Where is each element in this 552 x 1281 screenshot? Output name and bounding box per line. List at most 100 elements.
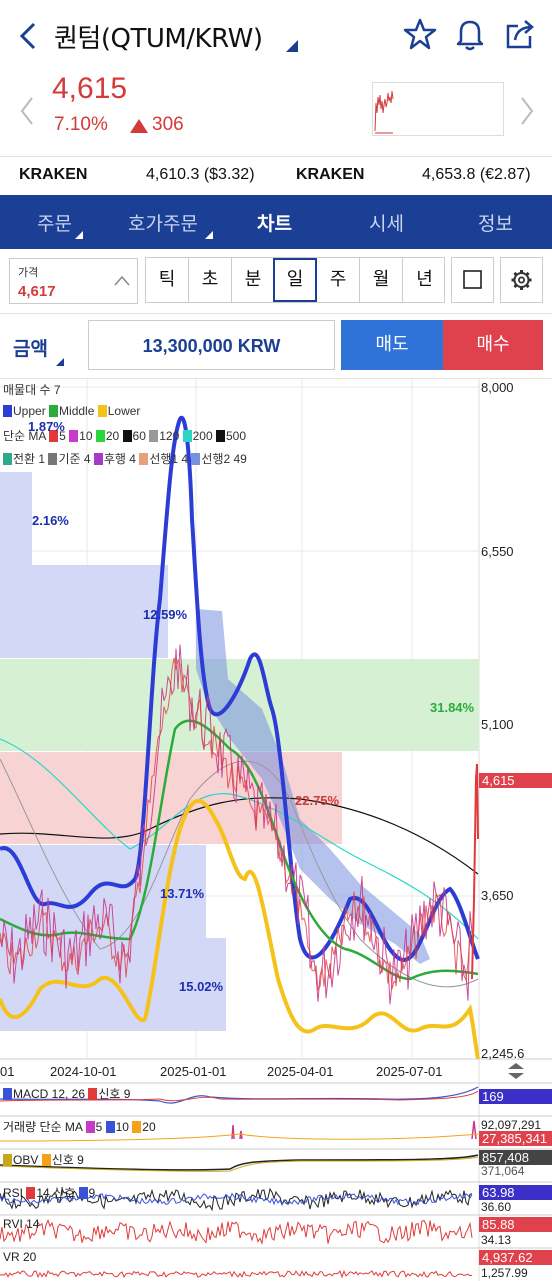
exchange-price: 4,653.8 (€2.87) (422, 166, 531, 183)
up-triangle-icon (130, 119, 148, 133)
sell-button[interactable]: 매도 (341, 320, 443, 370)
change-percent: 7.10% (54, 114, 108, 135)
vr-lower-value: 1,257.99 (481, 1266, 528, 1280)
volume-top-value: 92,097,291 (481, 1118, 542, 1132)
rsi-signal-period: 9 (88, 1186, 96, 1200)
tab-order[interactable]: 주문 (37, 209, 72, 236)
caret-icon (56, 358, 64, 366)
tab-market[interactable]: 시세 (369, 209, 404, 236)
scroll-down-icon (508, 1073, 524, 1079)
y-axis-label: 6,550 (481, 544, 514, 559)
period-day[interactable]: 일 (273, 258, 317, 302)
period-week[interactable]: 주 (317, 258, 360, 302)
price-selector[interactable]: 가격 4,617 (9, 258, 138, 304)
macd-signal-label: 신호 9 (98, 1087, 131, 1101)
period-selector: 틱 초 분 일 주 월 년 (145, 257, 445, 303)
x-axis-label: 2025-04-01 (267, 1064, 334, 1079)
period-tick[interactable]: 틱 (146, 258, 189, 302)
settings-button[interactable] (500, 257, 543, 303)
vp-bar (0, 472, 32, 565)
legend-lower: Lower (107, 404, 141, 418)
title-caret-icon[interactable] (286, 40, 298, 52)
legend-base: 기준 4 (58, 452, 91, 466)
legend-leading1: 선행1 4 (149, 452, 189, 466)
volume-legend: 거래량 단순 MA 5 10 20 (3, 1118, 156, 1135)
price-chart[interactable]: 매물대 수 7 Upper Middle Lower 단순 MA 5 10 20… (0, 378, 552, 1281)
period-second[interactable]: 초 (189, 258, 232, 302)
volume-ma-10: 10 (115, 1120, 129, 1134)
change-amount: 306 (152, 114, 184, 135)
main-tabs: 주문 호가주문 차트 시세 정보 (0, 195, 552, 249)
legend-ma-10: 10 (79, 429, 93, 443)
volume-ma-5: 5 (95, 1120, 103, 1134)
rsi-signal-label: 신호 (53, 1186, 76, 1200)
vp-label: 1.87% (28, 419, 65, 434)
x-axis-label: 2025-07-01 (376, 1064, 443, 1079)
vr-value-tag: 4,937.62 (479, 1250, 552, 1265)
gear-icon (511, 270, 532, 290)
rvi-value-tag: 85.88 (479, 1217, 552, 1232)
price-selector-value: 4,617 (18, 283, 56, 300)
period-minute[interactable]: 분 (232, 258, 275, 302)
rsi-period: 14 (36, 1186, 50, 1200)
tab-chart[interactable]: 차트 (257, 209, 292, 236)
fullscreen-button[interactable] (451, 257, 494, 303)
chevron-up-icon (112, 271, 132, 291)
x-axis-label: 2024-10-01 (50, 1064, 117, 1079)
back-icon[interactable] (14, 18, 44, 54)
header: 퀀텀(QTUM/KRW) (0, 0, 552, 72)
rvi-label: RVI 14 (3, 1217, 40, 1231)
legend-middle: Middle (59, 404, 95, 418)
volume-label: 거래량 단순 MA (3, 1120, 83, 1134)
period-month[interactable]: 월 (360, 258, 403, 302)
volume-ma-20: 20 (142, 1120, 156, 1134)
tab-info[interactable]: 정보 (478, 209, 513, 236)
tab-limit-order[interactable]: 호가주문 (128, 209, 198, 236)
rsi-value-tag: 63.98 (479, 1185, 552, 1200)
period-year[interactable]: 년 (403, 258, 446, 302)
page-title[interactable]: 퀀텀(QTUM/KRW) (54, 18, 263, 55)
prev-arrow-icon[interactable] (18, 94, 38, 128)
legend-ichimoku: 전환 1 기준 4 후행 4 선행1 4 선행2 49 (3, 450, 247, 467)
obv-label: OBV (13, 1153, 39, 1167)
current-price: 4,615 (52, 72, 128, 105)
legend-ma-120: 120 (159, 429, 180, 443)
tab-caret-icon (75, 231, 83, 239)
mini-chart[interactable] (372, 82, 504, 136)
current-price-tag: 4,615 (479, 773, 552, 788)
chart-canvas[interactable] (0, 379, 552, 1281)
y-axis-label: 3,650 (481, 888, 514, 903)
x-axis-label: 01 (0, 1064, 15, 1079)
obv-signal-label: 신호 9 (51, 1153, 84, 1167)
amount-type-selector[interactable]: 금액 (13, 334, 48, 361)
price-selector-label: 가격 (18, 266, 39, 279)
rsi-lower-value: 36.60 (481, 1200, 512, 1214)
quick-order: 금액 13,300,000 KRW 매도 매수 (0, 313, 552, 377)
y-axis-label: 8,000 (481, 380, 514, 395)
obv-value-tag: 857,408 (479, 1150, 552, 1165)
legend-ma-500: 500 (226, 429, 247, 443)
buy-button[interactable]: 매수 (443, 320, 543, 370)
rsi-label: RSI (3, 1186, 24, 1200)
legend-ma-60: 60 (132, 429, 146, 443)
amount-input[interactable]: 13,300,000 KRW (88, 320, 335, 370)
macd-value-tag: 169 (479, 1089, 552, 1104)
obv-secondary-value: 371,064 (481, 1164, 525, 1178)
legend-leading2: 선행2 49 (201, 452, 247, 466)
exchange-price: 4,610.3 ($3.32) (146, 166, 255, 183)
legend-ma-200: 200 (192, 429, 213, 443)
legend-conversion: 전환 1 (13, 452, 46, 466)
vp-label: 31.84% (430, 700, 475, 715)
vp-label: 22.75% (295, 793, 340, 808)
share-icon[interactable] (504, 14, 540, 54)
volume-value-tag: 27,385,341 (479, 1131, 552, 1146)
legend-ma-20: 20 (105, 429, 120, 443)
bell-icon[interactable] (452, 14, 488, 54)
price-summary: 4,615 7.10% 306 (0, 72, 552, 154)
legend-upper: Upper (13, 404, 46, 418)
volume-ma-line (0, 1133, 479, 1142)
star-icon[interactable] (402, 14, 438, 54)
exchange-name: KRAKEN (19, 166, 88, 183)
next-arrow-icon[interactable] (516, 94, 536, 128)
tab-caret-icon (205, 231, 213, 239)
